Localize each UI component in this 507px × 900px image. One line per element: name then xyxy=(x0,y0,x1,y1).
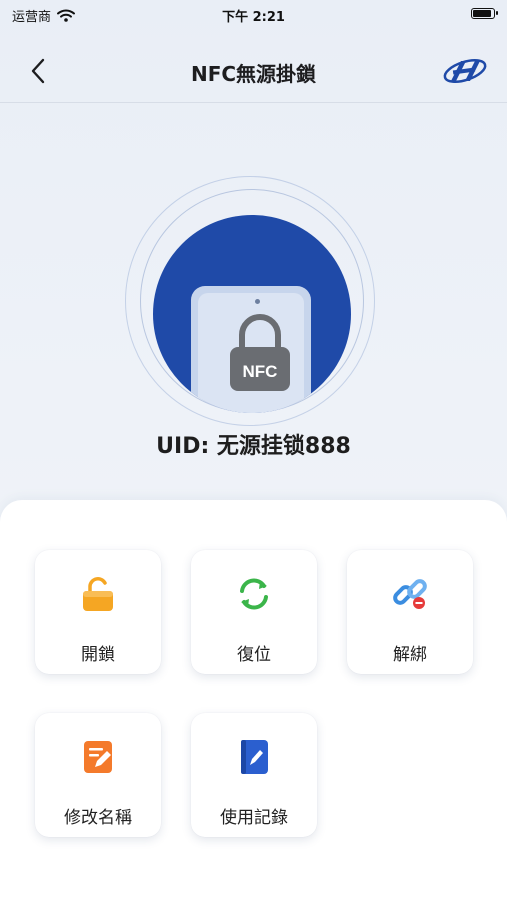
page-title: NFC無源掛鎖 xyxy=(190,62,317,86)
usage-record-label: 使用記錄 xyxy=(220,808,288,828)
nav-bar: NFC無源掛鎖 xyxy=(0,40,507,103)
battery-icon xyxy=(471,8,498,19)
action-panel: 開鎖 復位 解綁 修改名稱 使用記錄 xyxy=(0,500,507,900)
edit-name-icon xyxy=(84,741,112,773)
unbind-button[interactable]: 解綁 xyxy=(347,550,473,674)
usage-record-button[interactable]: 使用記錄 xyxy=(191,713,317,837)
reset-icon xyxy=(240,578,268,610)
brand-logo-icon xyxy=(443,59,487,83)
unlock-button[interactable]: 開鎖 xyxy=(35,550,161,674)
rename-label: 修改名稱 xyxy=(64,808,132,828)
unlock-icon xyxy=(83,577,113,611)
phone-card: NFC xyxy=(191,286,311,413)
rename-button[interactable]: 修改名稱 xyxy=(35,713,161,837)
uid-label: UID: 无源挂锁888 xyxy=(156,434,351,459)
unlock-label: 開鎖 xyxy=(81,645,115,665)
nfc-padlock-icon: NFC xyxy=(230,314,290,391)
unbind-label: 解綁 xyxy=(393,645,427,665)
lock-hero: NFC xyxy=(0,170,507,426)
lock-circle: NFC xyxy=(153,215,351,413)
nfc-lock-label: NFC xyxy=(243,362,278,381)
unbind-link-icon xyxy=(393,579,427,609)
status-bar: 运营商 下午 2:21 xyxy=(0,0,507,28)
usage-record-icon xyxy=(241,740,268,774)
reset-button[interactable]: 復位 xyxy=(191,550,317,674)
status-time: 下午 2:21 xyxy=(222,10,285,25)
reset-label: 復位 xyxy=(237,645,271,665)
